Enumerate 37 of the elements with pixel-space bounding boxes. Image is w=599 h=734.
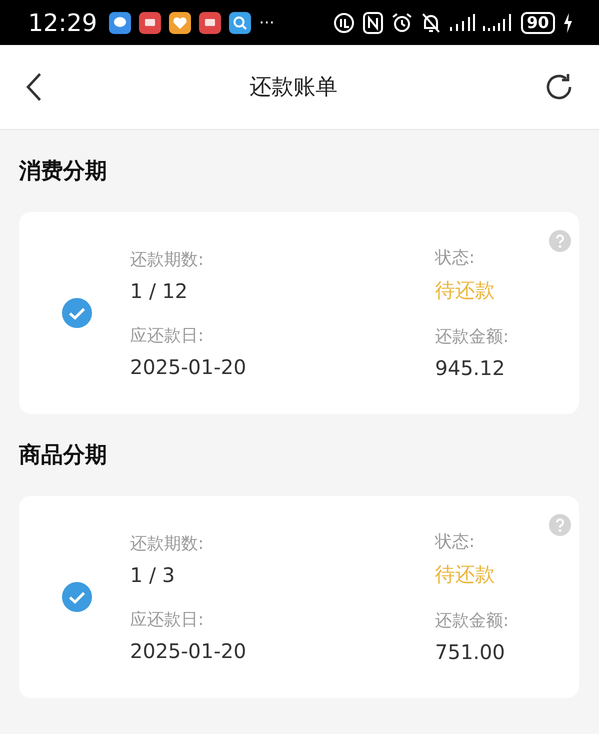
charging-icon (563, 12, 573, 32)
field-value: 945.12 (435, 356, 506, 380)
field-label: 状态: (435, 247, 476, 269)
field-label: 还款期数: (130, 248, 205, 270)
alarm-icon (390, 12, 413, 34)
app-icon (199, 12, 222, 34)
section-title: 商品分期 (19, 442, 108, 470)
back-icon[interactable] (24, 71, 44, 103)
data-saver-icon (332, 12, 355, 34)
field-label: 状态: (435, 531, 476, 553)
field-value: 1 / 12 (130, 278, 189, 302)
field-label: 还款期数: (130, 532, 205, 554)
status-value: 待还款 (435, 561, 496, 588)
battery-indicator: 90 (520, 12, 555, 34)
signal-icon (448, 12, 475, 32)
field-value: 2025-01-20 (130, 638, 248, 662)
bill-checkbox[interactable] (62, 582, 92, 612)
field-label: 还款金额: (435, 326, 510, 348)
app-icon (139, 12, 162, 34)
field-label: 应还款日: (130, 324, 205, 346)
field-label: 应还款日: (130, 608, 205, 630)
search-app-icon (229, 12, 252, 34)
signal-icon (482, 12, 513, 32)
section-title: 消费分期 (19, 158, 108, 186)
field-value: 1 / 3 (130, 562, 176, 586)
status-value: 待还款 (435, 277, 496, 304)
status-time: 12:29 (28, 8, 98, 36)
field-value: 2025-01-20 (130, 354, 248, 378)
heart-app-icon (169, 12, 192, 34)
nfc-icon (362, 12, 383, 34)
chat-app-icon (109, 12, 132, 34)
field-value: 751.00 (435, 640, 506, 664)
field-label: 还款金额: (435, 610, 510, 632)
bill-checkbox[interactable] (62, 298, 92, 328)
page-title: 还款账单 (248, 74, 338, 102)
muted-bell-icon (420, 12, 441, 34)
more-notifications: ··· (259, 13, 274, 32)
